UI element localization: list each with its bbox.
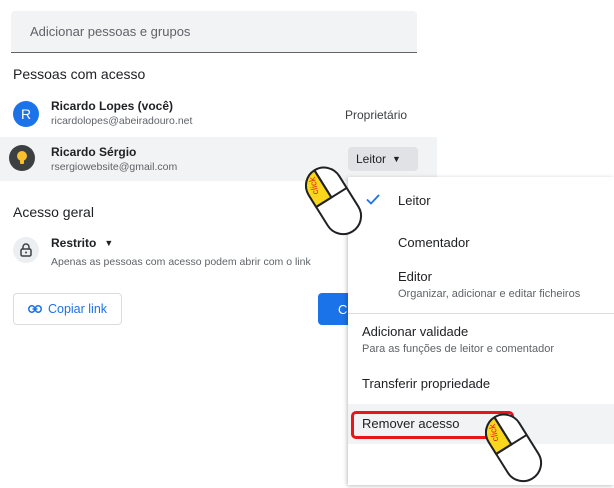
menu-item-label: Adicionar validade <box>362 324 469 339</box>
copy-link-button[interactable]: Copiar link <box>13 293 122 325</box>
menu-item-label: Comentador <box>398 235 470 250</box>
remove-access-highlight-box <box>351 411 514 439</box>
avatar <box>9 145 35 171</box>
avatar: R <box>13 101 39 127</box>
menu-divider <box>348 313 614 314</box>
access-mode-dropdown[interactable]: Restrito ▼ <box>51 236 113 250</box>
copy-link-label: Copiar link <box>47 302 108 316</box>
menu-item-sublabel: Organizar, adicionar e editar ficheiros <box>398 288 581 300</box>
menu-item-sublabel: Para as funções de leitor e comentador <box>362 343 555 355</box>
add-people-input-container[interactable] <box>11 11 417 53</box>
person-row-owner: R Ricardo Lopes (você) ricardolopes@abei… <box>0 93 437 137</box>
person-email: ricardolopes@abeiradouro.net <box>51 115 193 127</box>
access-mode-label: Restrito <box>51 236 97 250</box>
link-icon <box>28 305 42 313</box>
role-dropdown-button[interactable]: Leitor ▼ <box>348 147 418 171</box>
access-description: Apenas as pessoas com acesso podem abrir… <box>51 256 311 268</box>
menu-item-label: Transferir propriedade <box>362 376 491 391</box>
menu-item-editor[interactable]: Editor Organizar, adicionar e editar fic… <box>348 263 614 307</box>
lightbulb-icon <box>17 151 27 164</box>
menu-item-adicionar-validade[interactable]: Adicionar validade Para as funções de le… <box>348 318 614 362</box>
person-name: Ricardo Lopes (você) <box>51 99 174 113</box>
lock-icon-container <box>13 237 39 263</box>
caret-down-icon: ▼ <box>104 238 114 248</box>
people-with-access-title: Pessoas com acesso <box>13 66 146 82</box>
owner-role-label: Proprietário <box>345 108 408 122</box>
add-people-input[interactable] <box>28 23 417 40</box>
person-email: rsergiowebsite@gmail.com <box>51 161 178 173</box>
caret-down-icon: ▼ <box>392 154 401 164</box>
menu-item-label: Leitor <box>398 193 431 208</box>
general-access-title: Acesso geral <box>13 204 94 220</box>
menu-item-transferir-propriedade[interactable]: Transferir propriedade <box>348 367 614 401</box>
avatar-initial: R <box>20 106 32 122</box>
menu-item-leitor[interactable]: Leitor <box>348 182 614 218</box>
menu-item-label: Editor <box>398 269 432 284</box>
lock-icon <box>20 243 32 257</box>
menu-item-comentador[interactable]: Comentador <box>348 225 614 259</box>
person-name: Ricardo Sérgio <box>51 145 137 159</box>
role-dropdown-label: Leitor <box>356 152 387 166</box>
